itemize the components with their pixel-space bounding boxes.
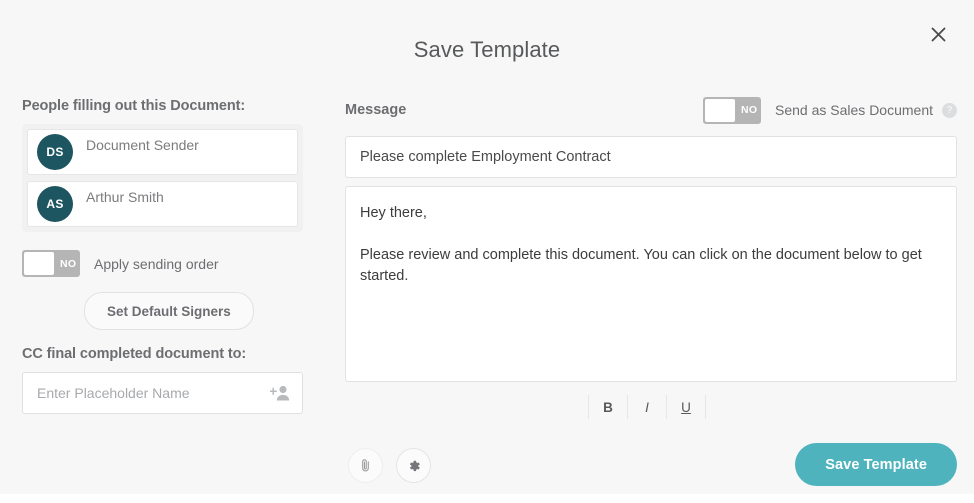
toggle-knob — [24, 252, 54, 275]
people-heading: People filling out this Document: — [22, 98, 322, 114]
avatar: AS — [37, 186, 73, 222]
signers-list: DS Document Sender AS Arthur Smith — [22, 124, 303, 232]
message-body-textarea[interactable] — [345, 186, 957, 382]
message-header: Message NO Send as Sales Document ? — [345, 98, 957, 122]
avatar: DS — [37, 134, 73, 170]
people-panel: People filling out this Document: DS Doc… — [22, 98, 322, 414]
send-as-sales-document-toggle[interactable]: NO — [703, 97, 761, 124]
cc-field-wrapper — [22, 372, 303, 414]
sales-document-row: NO Send as Sales Document ? — [703, 97, 957, 124]
gear-icon[interactable] — [396, 448, 431, 483]
bold-button[interactable]: B — [588, 395, 628, 419]
list-item[interactable]: AS Arthur Smith — [27, 181, 298, 227]
cc-heading: CC final completed document to: — [22, 346, 322, 362]
message-subject-input[interactable] — [345, 136, 957, 178]
apply-sending-order-row: NO Apply sending order — [22, 250, 322, 277]
message-panel: Message NO Send as Sales Document ? B I … — [345, 98, 957, 423]
toggle-state-label: NO — [60, 258, 76, 270]
list-item[interactable]: DS Document Sender — [27, 129, 298, 175]
add-person-icon[interactable] — [270, 384, 290, 402]
signer-name: Arthur Smith — [86, 189, 164, 205]
save-template-dialog: Save Template People filling out this Do… — [0, 0, 974, 494]
set-default-signers-button[interactable]: Set Default Signers — [84, 292, 254, 330]
apply-sending-order-toggle[interactable]: NO — [22, 250, 80, 277]
message-label: Message — [345, 102, 406, 118]
cc-placeholder-input[interactable] — [23, 373, 302, 413]
paperclip-icon[interactable] — [348, 448, 383, 483]
help-icon[interactable]: ? — [942, 103, 957, 118]
toggle-state-label: NO — [741, 104, 757, 116]
save-template-button[interactable]: Save Template — [795, 443, 957, 486]
dialog-footer: Save Template — [345, 443, 957, 486]
formatting-toolbar: B I U — [345, 391, 957, 423]
underline-button[interactable]: U — [667, 395, 706, 419]
page-title: Save Template — [0, 37, 974, 63]
send-as-sales-document-label: Send as Sales Document — [775, 102, 933, 118]
signer-name: Document Sender — [86, 137, 199, 153]
toggle-knob — [705, 99, 735, 122]
apply-sending-order-label: Apply sending order — [94, 256, 219, 272]
italic-button[interactable]: I — [628, 395, 667, 419]
